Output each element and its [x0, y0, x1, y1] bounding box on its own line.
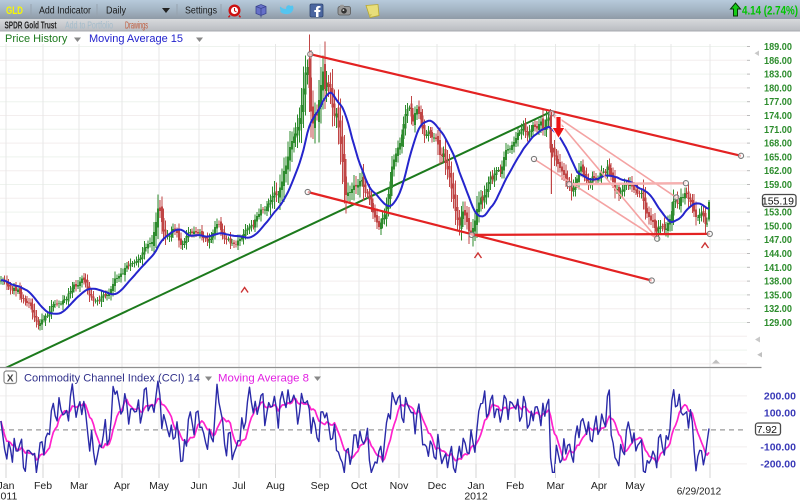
svg-text:147.00: 147.00 — [764, 234, 792, 246]
svg-text:Apr: Apr — [114, 480, 131, 492]
svg-text:129.00: 129.00 — [764, 317, 792, 329]
svg-text:165.00: 165.00 — [764, 151, 792, 163]
svg-text:May: May — [149, 480, 170, 492]
svg-text:-100.00: -100.00 — [760, 441, 796, 453]
svg-text:Feb: Feb — [34, 480, 52, 492]
svg-text:Drawings: Drawings — [125, 21, 148, 32]
svg-text:Mar: Mar — [546, 480, 565, 492]
svg-text:100.00: 100.00 — [764, 407, 796, 419]
svg-text:135.00: 135.00 — [764, 289, 792, 301]
svg-text:2011: 2011 — [0, 491, 17, 501]
svg-text:153.00: 153.00 — [764, 207, 792, 219]
svg-text:Price History: Price History — [5, 33, 68, 45]
svg-text:174.00: 174.00 — [764, 110, 792, 122]
svg-text:Dec: Dec — [428, 480, 447, 492]
svg-text:Aug: Aug — [266, 480, 285, 492]
svg-text:141.00: 141.00 — [764, 262, 792, 274]
svg-text:168.00: 168.00 — [764, 138, 792, 150]
svg-text:Add to Portfolio: Add to Portfolio — [65, 21, 113, 32]
svg-text:132.00: 132.00 — [764, 303, 792, 315]
svg-text:180.00: 180.00 — [764, 82, 792, 94]
svg-text:200.00: 200.00 — [764, 390, 796, 402]
svg-text:Jun: Jun — [191, 480, 208, 492]
svg-text:Daily: Daily — [106, 6, 126, 17]
svg-text:Mar: Mar — [70, 480, 89, 492]
svg-text:171.00: 171.00 — [764, 124, 792, 136]
svg-text:144.00: 144.00 — [764, 248, 792, 260]
svg-text:7.92: 7.92 — [757, 424, 778, 436]
svg-text:May: May — [625, 480, 646, 492]
svg-text:183.00: 183.00 — [764, 69, 792, 81]
svg-text:X: X — [7, 374, 14, 385]
svg-text:-200.00: -200.00 — [760, 458, 796, 470]
svg-text:SPDR Gold Trust: SPDR Gold Trust — [5, 21, 57, 32]
svg-text:4.14 (2.74%): 4.14 (2.74%) — [742, 6, 798, 18]
svg-text:Add Indicator: Add Indicator — [39, 6, 92, 17]
svg-text:Apr: Apr — [591, 480, 608, 492]
svg-text:155.19: 155.19 — [762, 195, 794, 207]
svg-text:162.00: 162.00 — [764, 165, 792, 177]
svg-text:159.00: 159.00 — [764, 179, 792, 191]
svg-text:150.00: 150.00 — [764, 220, 792, 232]
svg-text:GLD: GLD — [6, 5, 23, 17]
svg-text:Moving Average 15: Moving Average 15 — [89, 33, 183, 45]
svg-text:Sep: Sep — [311, 480, 330, 492]
svg-text:Commodity Channel Index (CCI): Commodity Channel Index (CCI) 14 — [24, 373, 200, 385]
svg-text:Jul: Jul — [232, 480, 245, 492]
svg-text:138.00: 138.00 — [764, 276, 792, 288]
svg-text:186.00: 186.00 — [764, 55, 792, 67]
svg-text:Settings: Settings — [185, 6, 217, 17]
svg-text:Oct: Oct — [351, 480, 367, 492]
svg-text:2012: 2012 — [464, 491, 488, 501]
svg-text:189.00: 189.00 — [764, 41, 792, 53]
svg-text:177.00: 177.00 — [764, 96, 792, 108]
svg-text:6/29/2012: 6/29/2012 — [677, 487, 722, 498]
svg-text:Moving Average 8: Moving Average 8 — [218, 373, 309, 385]
svg-text:Feb: Feb — [506, 480, 524, 492]
svg-text:Nov: Nov — [390, 480, 409, 492]
